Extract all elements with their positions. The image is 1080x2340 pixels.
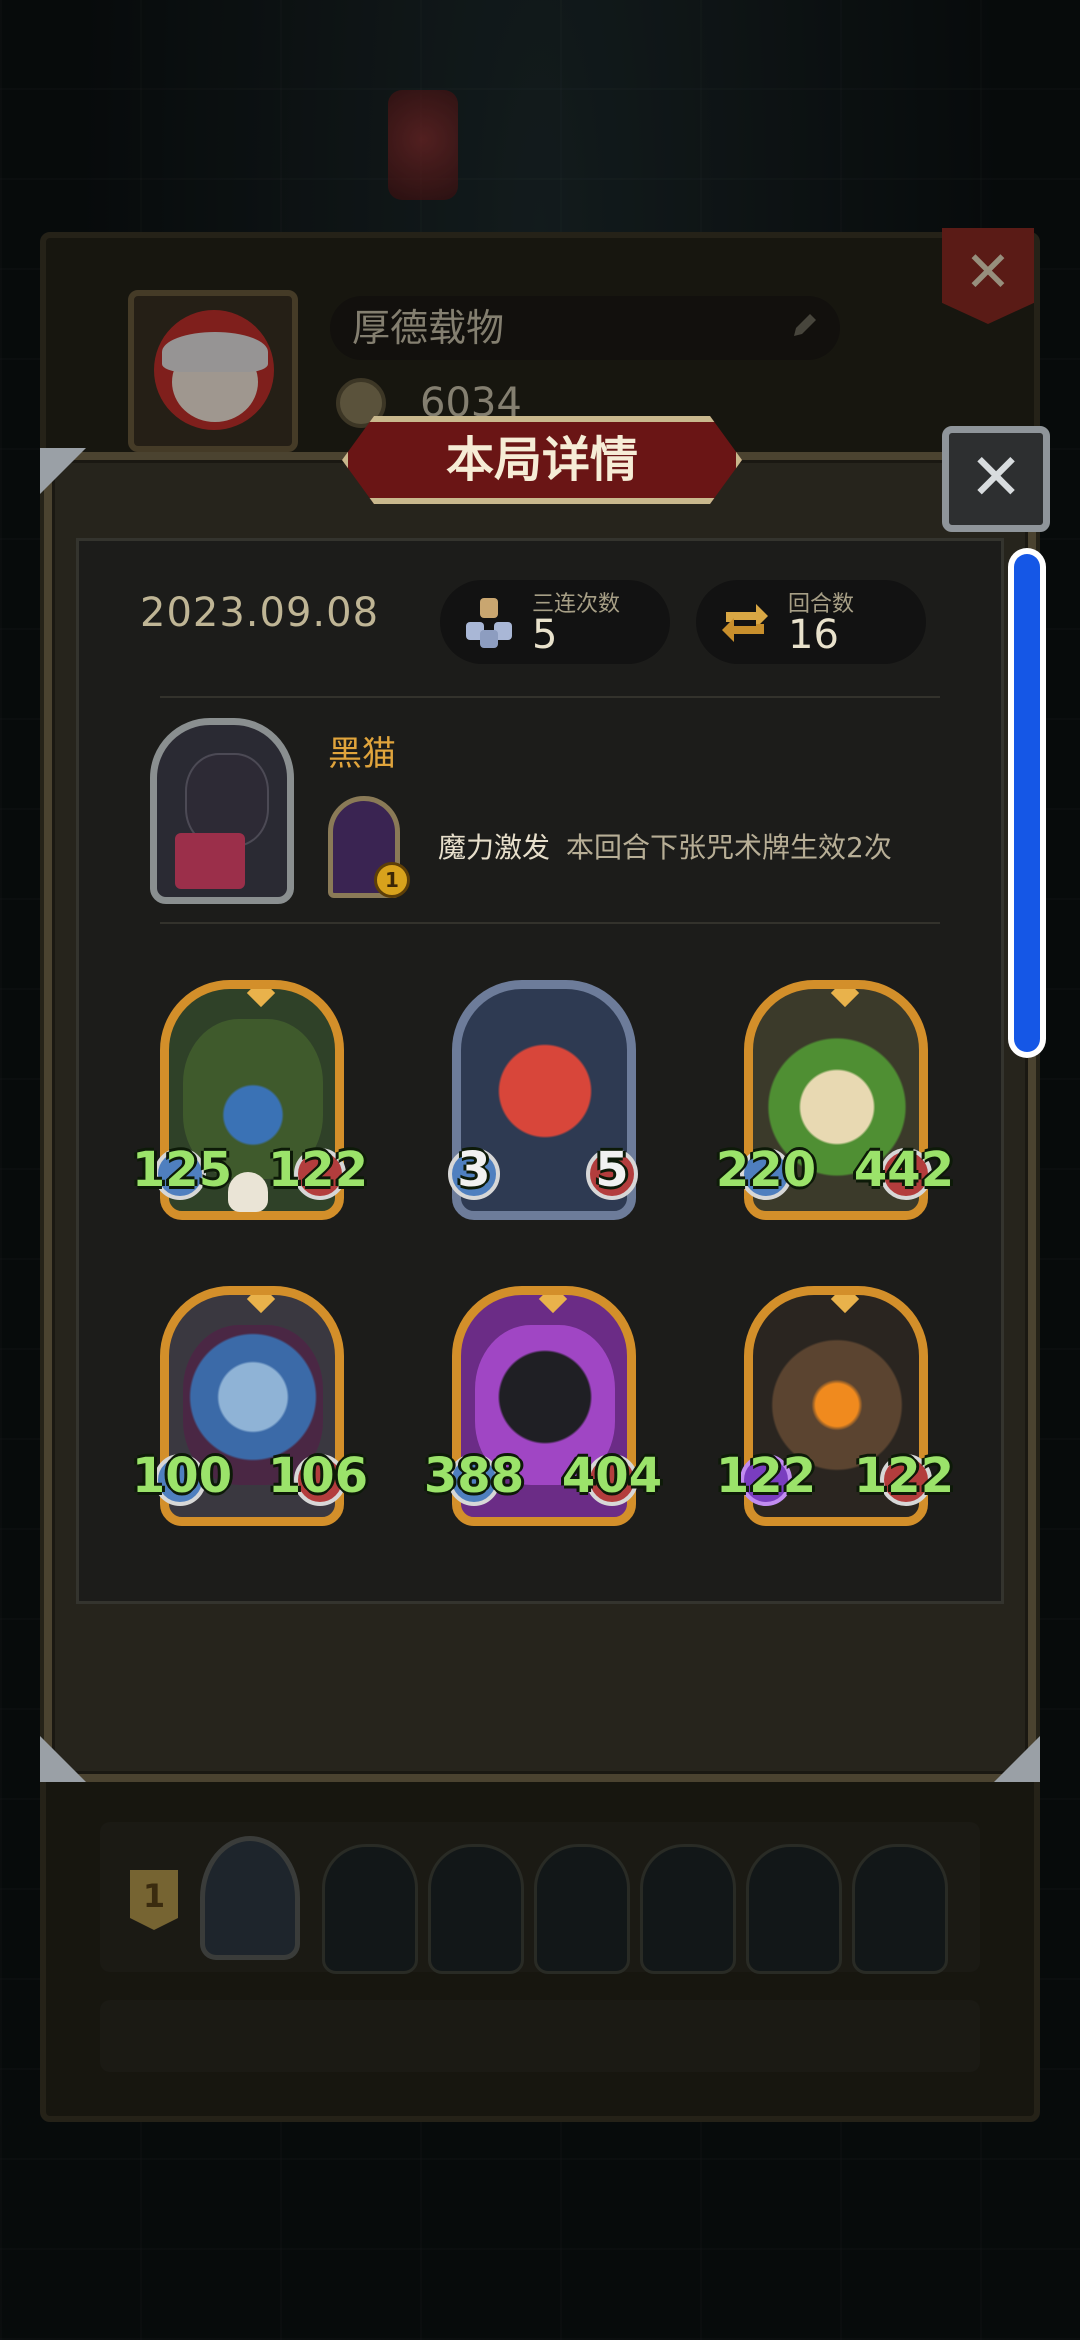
hero-portrait[interactable] bbox=[150, 718, 294, 904]
round-cycle-icon bbox=[722, 604, 768, 642]
skill-description: 本回合下张咒术牌生效2次 bbox=[566, 831, 892, 864]
spellbook-icon bbox=[175, 833, 245, 889]
divider bbox=[160, 922, 940, 924]
dialog-title: 本局详情 bbox=[445, 432, 638, 488]
stat-value: 5 bbox=[532, 612, 558, 658]
health-value: 122 bbox=[267, 1142, 369, 1198]
divider bbox=[160, 696, 940, 698]
close-x-icon: ✕ bbox=[969, 441, 1023, 515]
skill-name: 魔力激发 bbox=[438, 831, 551, 864]
health-value: 442 bbox=[853, 1142, 955, 1198]
triple-count-stat: 三连次数 5 bbox=[440, 580, 670, 664]
health-value: 122 bbox=[853, 1448, 955, 1504]
health-value: 106 bbox=[267, 1448, 369, 1504]
attack-value: 122 bbox=[715, 1448, 817, 1504]
attack-value: 3 bbox=[457, 1142, 491, 1198]
scrollbar[interactable] bbox=[1008, 548, 1046, 1058]
triple-merge-icon bbox=[466, 598, 512, 648]
close-button[interactable]: ✕ bbox=[942, 426, 1050, 532]
stat-value: 16 bbox=[788, 612, 839, 658]
health-value: 404 bbox=[561, 1448, 663, 1504]
round-count-stat: 回合数 16 bbox=[696, 580, 926, 664]
black-cat-icon bbox=[187, 755, 267, 845]
skill-level-badge: 1 bbox=[374, 862, 410, 898]
attack-value: 125 bbox=[131, 1142, 233, 1198]
attack-value: 100 bbox=[131, 1448, 233, 1504]
scrollbar-thumb[interactable] bbox=[1014, 554, 1040, 1052]
hero-name: 黑猫 bbox=[328, 734, 396, 774]
health-value: 5 bbox=[595, 1142, 629, 1198]
match-date: 2023.09.08 bbox=[140, 590, 380, 636]
attack-value: 220 bbox=[715, 1142, 817, 1198]
attack-value: 388 bbox=[423, 1448, 525, 1504]
